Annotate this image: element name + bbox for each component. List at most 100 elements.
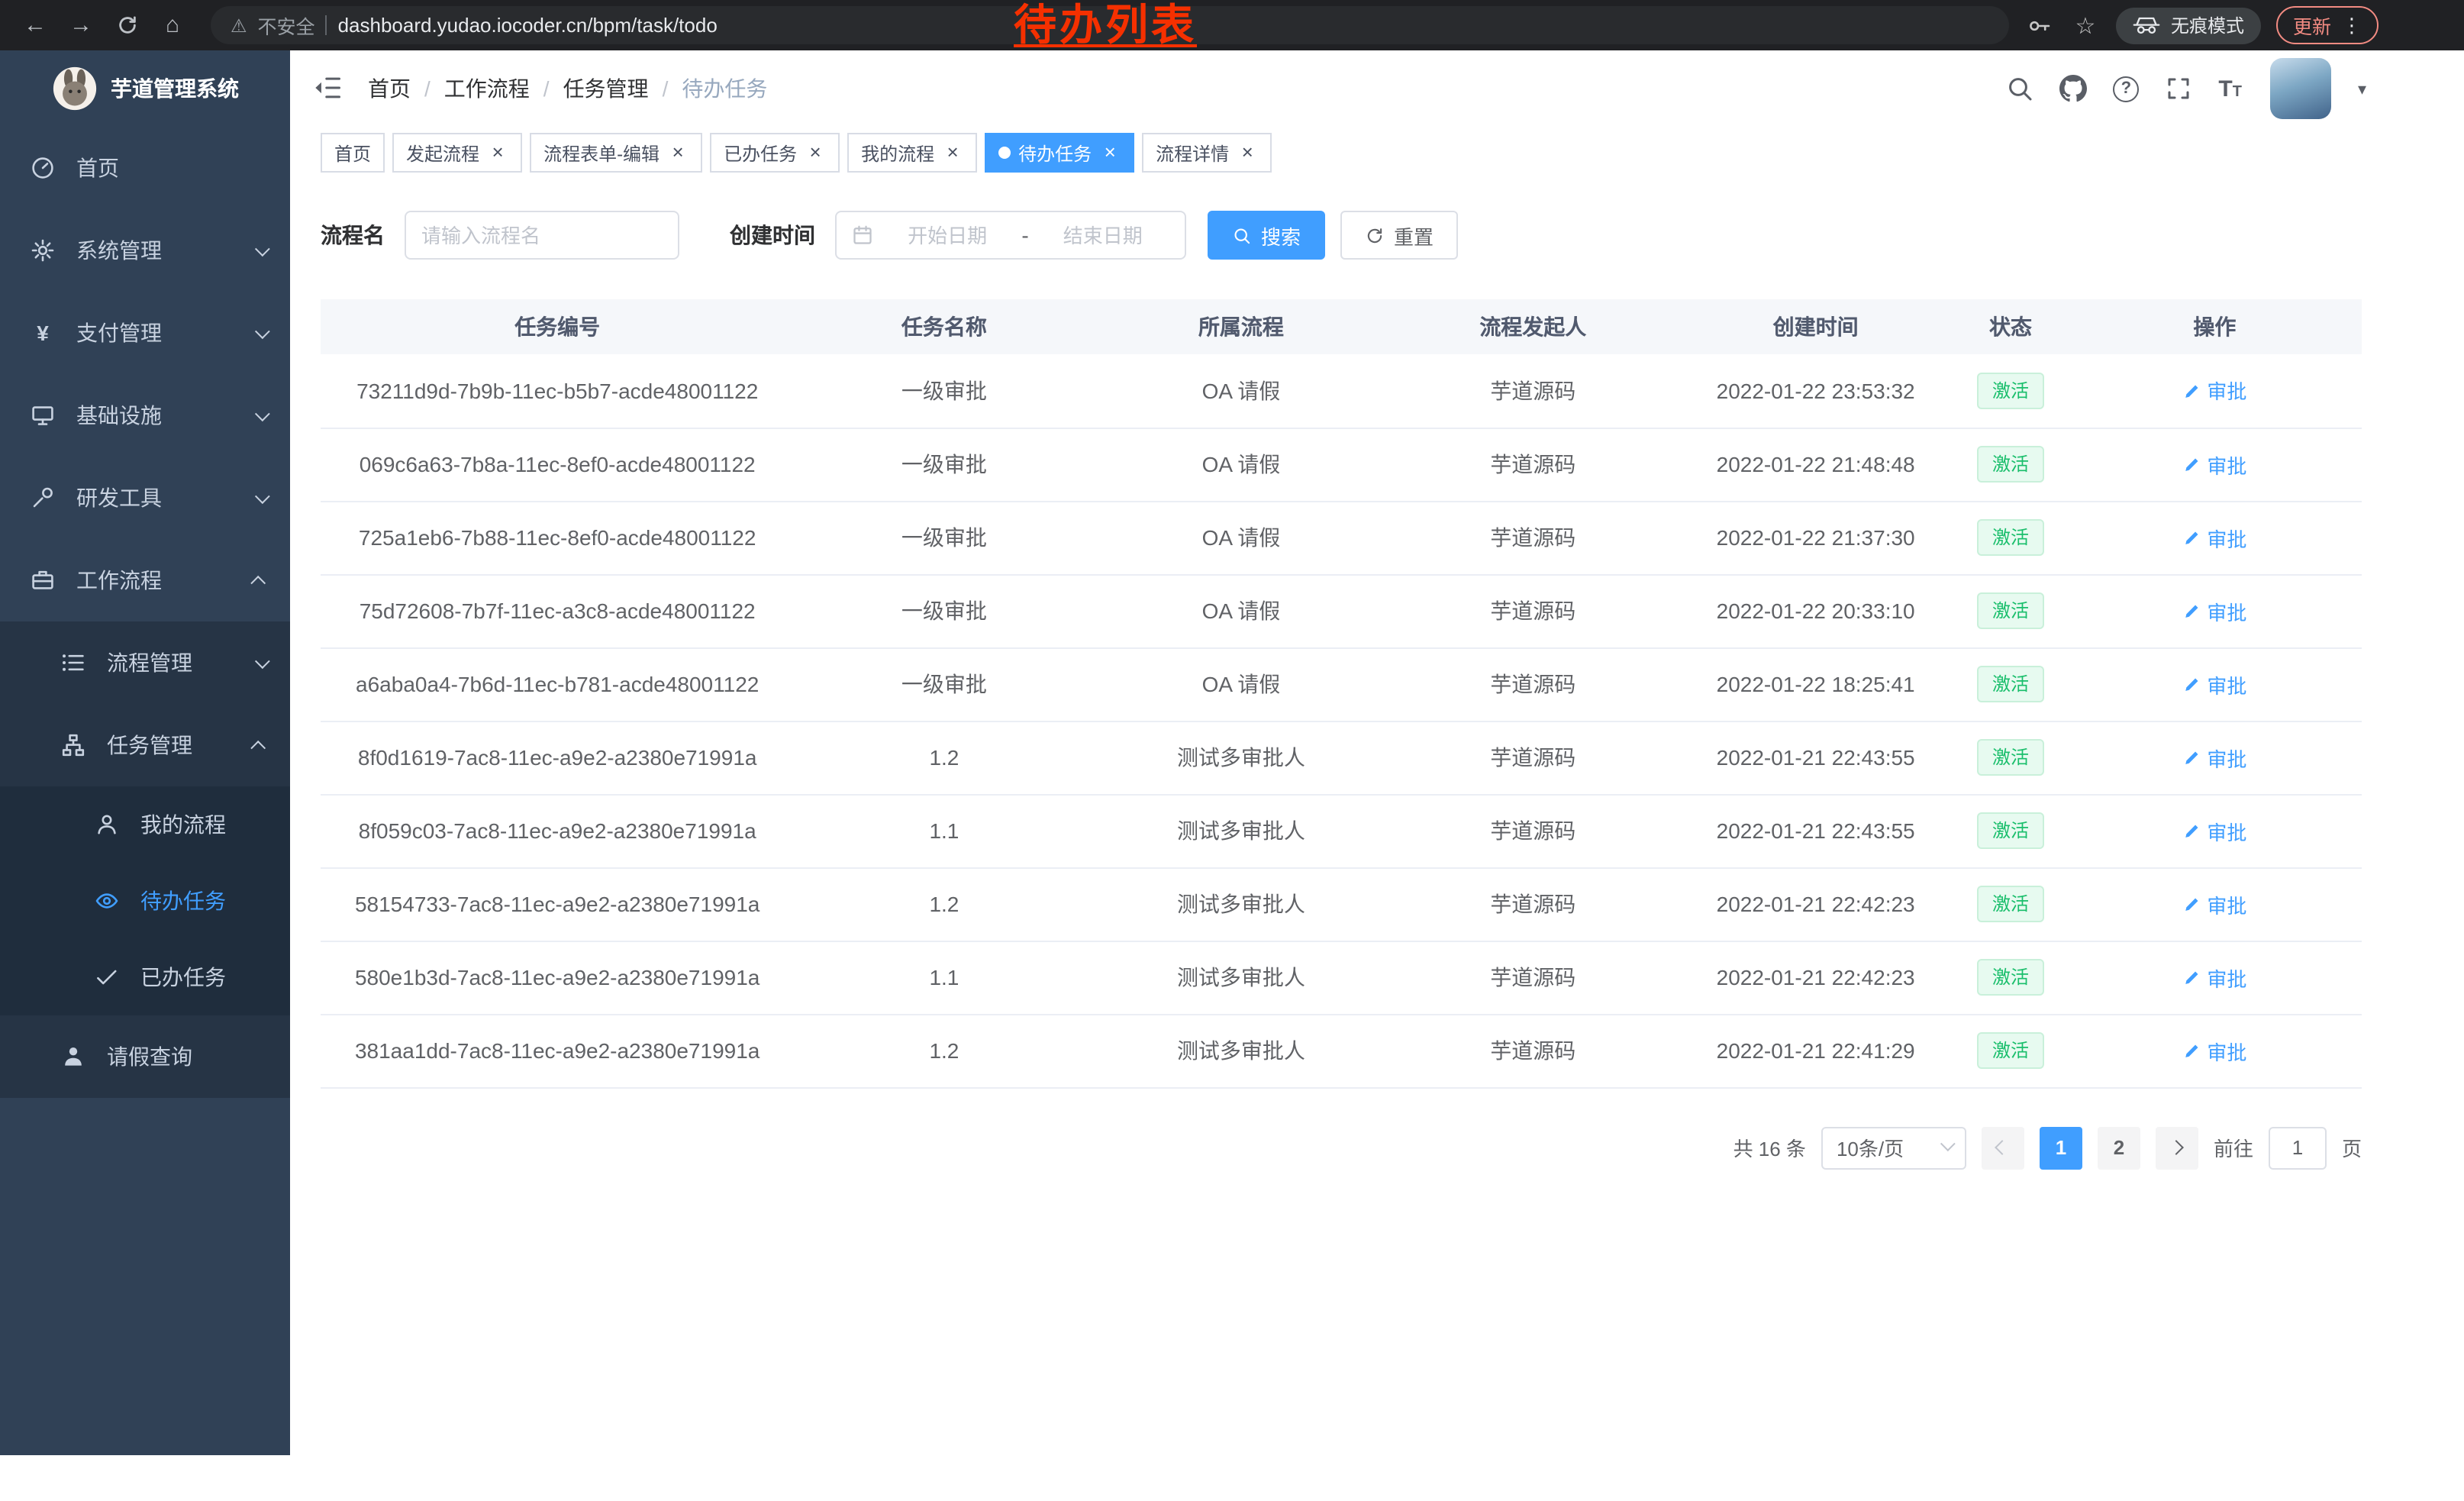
approve-link[interactable]: 审批 — [2182, 743, 2246, 772]
sidebar-item-system-management[interactable]: 系统管理 — [0, 209, 290, 292]
initiator-cell: 芋道源码 — [1388, 941, 1678, 1014]
action-cell: 审批 — [2068, 501, 2362, 574]
create-time-cell: 2022-01-21 22:42:23 — [1678, 867, 1953, 941]
approve-link[interactable]: 审批 — [2182, 596, 2246, 625]
chevron-down-icon — [255, 653, 270, 668]
star-icon[interactable]: ☆ — [2070, 11, 2101, 39]
reset-button[interactable]: 重置 — [1340, 211, 1458, 260]
approve-link[interactable]: 审批 — [2182, 816, 2246, 845]
prev-page-button[interactable] — [1982, 1126, 2024, 1169]
action-cell: 审批 — [2068, 1014, 2362, 1087]
close-icon[interactable]: × — [667, 142, 689, 163]
approve-link[interactable]: 审批 — [2182, 963, 2246, 992]
caret-down-icon[interactable]: ▾ — [2358, 79, 2366, 98]
tab-start-process[interactable]: 发起流程× — [392, 133, 522, 173]
process-name-input[interactable] — [421, 224, 663, 247]
close-icon[interactable]: × — [805, 142, 826, 163]
approve-label: 审批 — [2207, 670, 2246, 699]
task-name-cell: 1.1 — [794, 941, 1094, 1014]
page-button-2[interactable]: 2 — [2098, 1126, 2140, 1169]
tab-process-form-edit[interactable]: 流程表单-编辑× — [530, 133, 702, 173]
breadcrumb-task-management[interactable]: 任务管理 — [563, 73, 649, 104]
sidebar-item-task-management[interactable]: 任务管理 — [0, 704, 290, 786]
approve-link[interactable]: 审批 — [2182, 450, 2246, 479]
status-cell: 激活 — [1953, 354, 2068, 428]
sidebar-item-leave-query[interactable]: 请假查询 — [0, 1015, 290, 1098]
tab-label: 已办任务 — [724, 140, 797, 166]
kebab-menu-icon[interactable]: ⋮ — [2342, 13, 2362, 37]
key-icon[interactable] — [2024, 13, 2055, 37]
end-date-input[interactable] — [1037, 224, 1169, 247]
page-button-1[interactable]: 1 — [2040, 1126, 2082, 1169]
tab-my-processes[interactable]: 我的流程× — [847, 133, 977, 173]
sidebar-item-todo-tasks[interactable]: 待办任务 — [0, 863, 290, 939]
sidebar-item-workflow[interactable]: 工作流程 — [0, 539, 290, 621]
sidebar-fold-icon[interactable] — [313, 73, 343, 104]
edit-icon — [2182, 602, 2201, 620]
fullscreen-icon[interactable] — [2165, 75, 2192, 102]
leave-query-icon — [61, 1044, 85, 1069]
breadcrumb-workflow[interactable]: 工作流程 — [444, 73, 530, 104]
sidebar-item-payment-management[interactable]: ¥ 支付管理 — [0, 292, 290, 374]
menu-label: 待办任务 — [140, 886, 266, 916]
avatar[interactable] — [2271, 58, 2332, 119]
home-icon[interactable]: ⌂ — [150, 7, 195, 44]
sidebar-item-my-processes[interactable]: 我的流程 — [0, 786, 290, 863]
table-row: 8f0d1619-7ac8-11ec-a9e2-a2380e71991a 1.2… — [321, 721, 2362, 794]
edit-icon — [2182, 528, 2201, 547]
menu-label: 首页 — [76, 153, 266, 183]
refresh-icon[interactable] — [104, 7, 150, 44]
next-page-button[interactable] — [2156, 1126, 2198, 1169]
close-icon[interactable]: × — [1099, 142, 1121, 163]
breadcrumb-home[interactable]: 首页 — [368, 73, 411, 104]
sidebar-item-done-tasks[interactable]: 已办任务 — [0, 939, 290, 1015]
task-id-cell: 069c6a63-7b8a-11ec-8ef0-acde48001122 — [321, 428, 794, 501]
action-cell: 审批 — [2068, 574, 2362, 647]
annotation-text: 待办列表 — [1014, 0, 1197, 50]
approve-link[interactable]: 审批 — [2182, 889, 2246, 918]
sidebar-item-home[interactable]: 首页 — [0, 127, 290, 209]
task-id-cell: 381aa1dd-7ac8-11ec-a9e2-a2380e71991a — [321, 1014, 794, 1087]
url-text[interactable]: dashboard.yudao.iocoder.cn/bpm/task/todo — [338, 14, 718, 37]
github-icon[interactable] — [2059, 75, 2087, 102]
approve-link[interactable]: 审批 — [2182, 523, 2246, 552]
table-row: 381aa1dd-7ac8-11ec-a9e2-a2380e71991a 1.2… — [321, 1014, 2362, 1087]
sidebar-item-infrastructure[interactable]: 基础设施 — [0, 374, 290, 457]
tab-process-detail[interactable]: 流程详情× — [1142, 133, 1272, 173]
tab-done-tasks[interactable]: 已办任务 × — [710, 133, 840, 173]
logo-image — [51, 66, 97, 111]
search-button[interactable]: 搜索 — [1208, 211, 1325, 260]
tab-home[interactable]: 首页 — [321, 133, 385, 173]
font-size-icon[interactable]: TT — [2218, 77, 2242, 100]
edit-icon — [2182, 895, 2201, 913]
approve-link[interactable]: 审批 — [2182, 1036, 2246, 1065]
process-cell: 测试多审批人 — [1094, 941, 1388, 1014]
task-id-cell: 8f059c03-7ac8-11ec-a9e2-a2380e71991a — [321, 794, 794, 867]
date-range-picker[interactable]: - — [835, 211, 1186, 260]
initiator-cell: 芋道源码 — [1388, 1014, 1678, 1087]
navbar: 首页 / 工作流程 / 任务管理 / 待办任务 ? TT — [290, 50, 2464, 127]
search-icon[interactable] — [2006, 75, 2033, 102]
page-size-select[interactable]: 10条/页 — [1821, 1126, 1966, 1169]
approve-link[interactable]: 审批 — [2182, 670, 2246, 699]
close-icon[interactable]: × — [1237, 142, 1258, 163]
app-logo[interactable]: 芋道管理系统 — [0, 50, 290, 127]
close-icon[interactable]: × — [487, 142, 508, 163]
update-button[interactable]: 更新 ⋮ — [2276, 6, 2379, 44]
todo-task-table: 任务编号任务名称所属流程流程发起人创建时间状态操作 73211d9d-7b9b-… — [321, 299, 2362, 1088]
task-id-cell: 580e1b3d-7ac8-11ec-a9e2-a2380e71991a — [321, 941, 794, 1014]
help-icon[interactable]: ? — [2113, 76, 2139, 102]
goto-page-input[interactable] — [2269, 1126, 2327, 1169]
sidebar-item-dev-tools[interactable]: 研发工具 — [0, 457, 290, 539]
approve-label: 审批 — [2207, 743, 2246, 772]
start-date-input[interactable] — [881, 224, 1014, 247]
tab-todo-tasks[interactable]: 待办任务× — [985, 133, 1134, 173]
close-icon[interactable]: × — [942, 142, 963, 163]
forward-icon[interactable]: → — [58, 7, 104, 44]
back-icon[interactable]: ← — [12, 7, 58, 44]
security-label[interactable]: 不安全 — [258, 11, 315, 40]
chevron-left-icon — [1995, 1140, 2011, 1155]
sidebar-item-process-management[interactable]: 流程管理 — [0, 621, 290, 704]
status-cell: 激活 — [1953, 794, 2068, 867]
approve-link[interactable]: 审批 — [2182, 376, 2246, 405]
